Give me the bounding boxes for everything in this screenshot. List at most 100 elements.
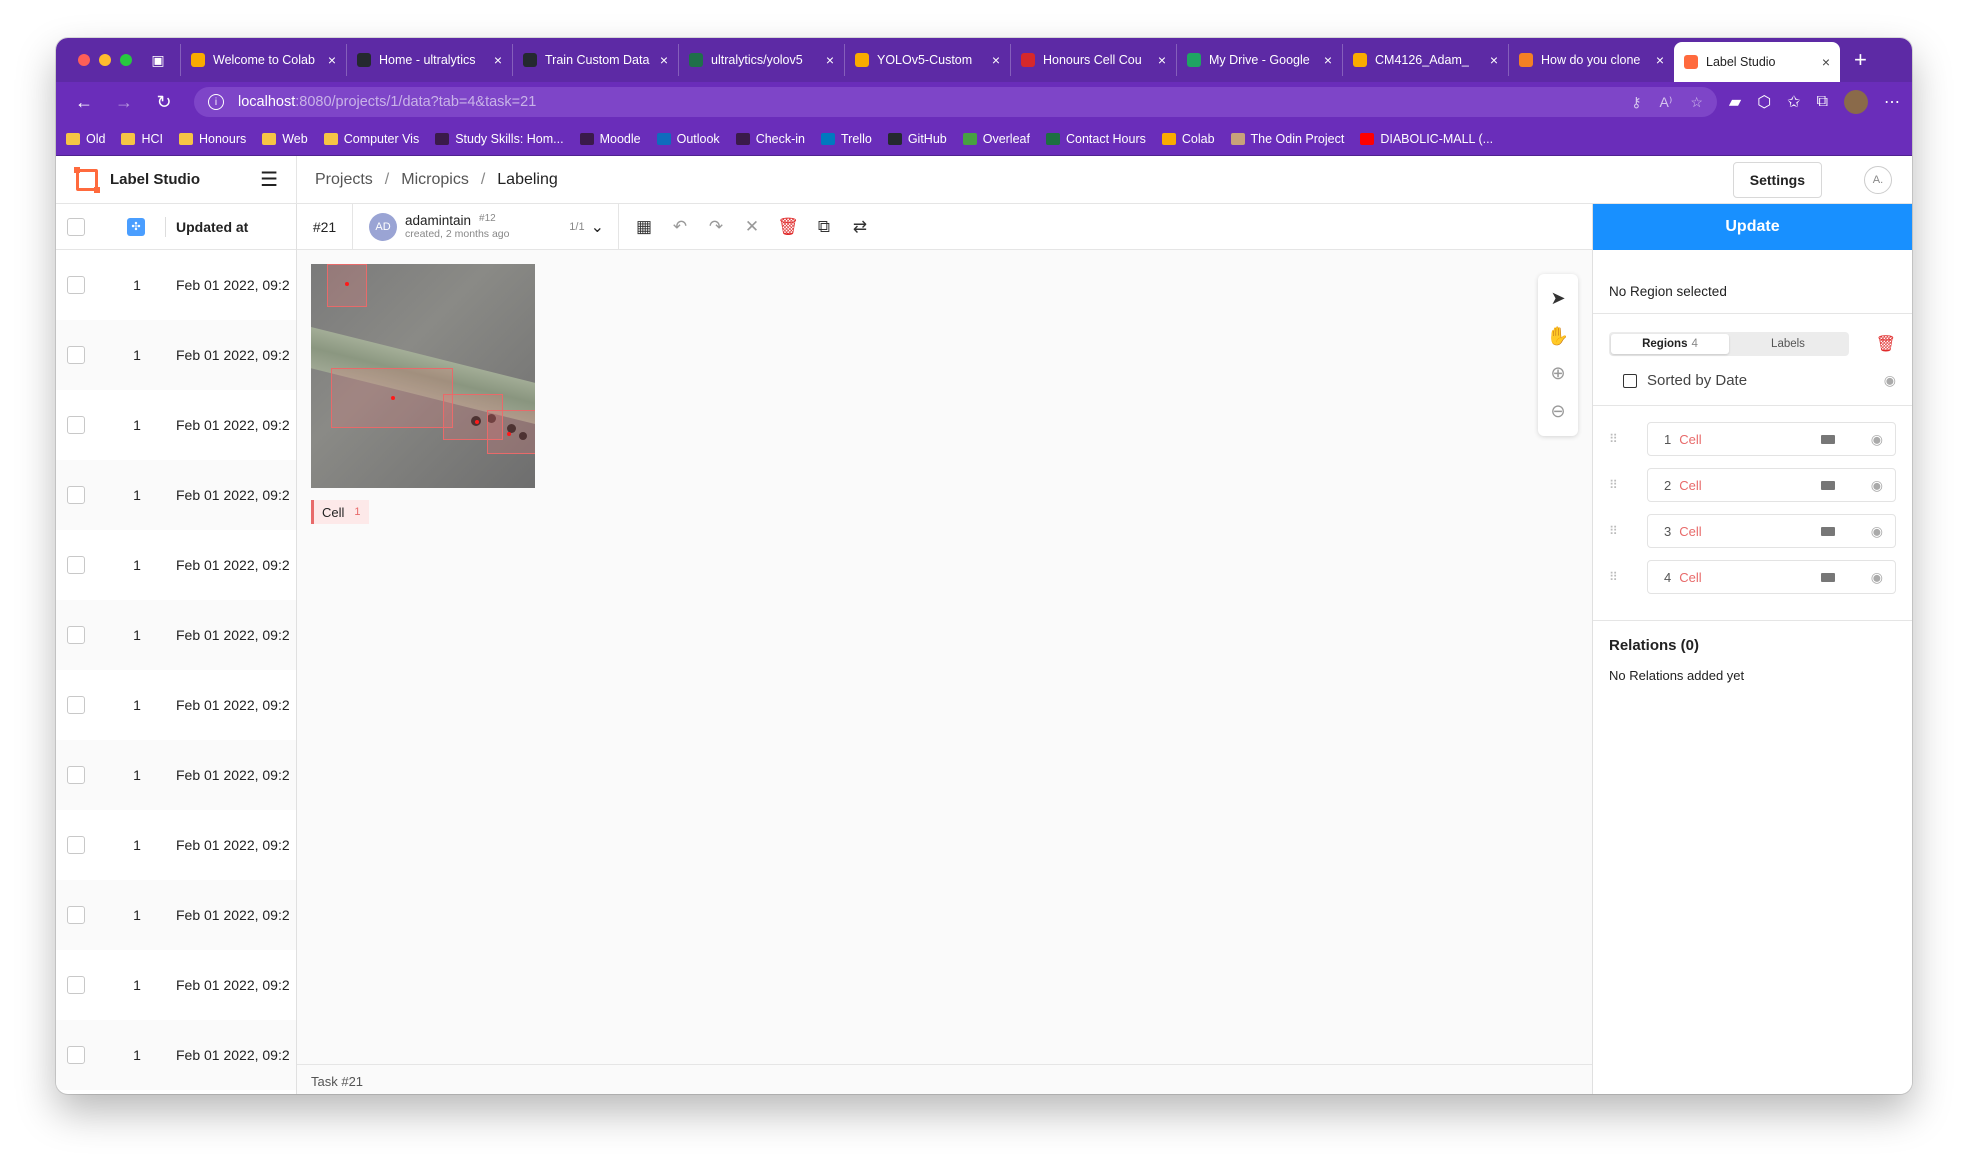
bookmark-item[interactable]: Web: [262, 132, 308, 146]
extension-icon[interactable]: ▰: [1729, 92, 1741, 112]
key-icon[interactable]: ⚷: [1631, 94, 1641, 111]
tab-labels[interactable]: Labels: [1729, 334, 1847, 354]
workspaces-icon[interactable]: ▣: [146, 48, 170, 72]
bookmark-item[interactable]: Check-in: [735, 132, 805, 146]
table-row[interactable]: 1 Feb 01 2022, 09:2: [56, 600, 296, 670]
table-row[interactable]: 1 Feb 01 2022, 09:2: [56, 950, 296, 1020]
close-tab-icon[interactable]: ×: [1158, 52, 1166, 68]
toggle-all-visibility-icon[interactable]: ◉: [1884, 372, 1896, 389]
bookmark-item[interactable]: Overleaf: [962, 132, 1030, 146]
undo-icon[interactable]: ↶: [669, 216, 691, 238]
eye-icon[interactable]: ◉: [1871, 569, 1883, 586]
row-checkbox[interactable]: [67, 976, 85, 994]
pointer-tool-icon[interactable]: ➤: [1550, 288, 1565, 309]
browser-tab[interactable]: ultralytics/yolov5 ×: [678, 44, 844, 76]
browser-tab[interactable]: CM4126_Adam_ ×: [1342, 44, 1508, 76]
browser-tab[interactable]: Home - ultralytics ×: [346, 44, 512, 76]
drag-handle-icon[interactable]: ⠿: [1609, 524, 1631, 538]
browser-tab[interactable]: Honours Cell Cou ×: [1010, 44, 1176, 76]
minimize-window-button[interactable]: [99, 54, 111, 66]
region-item[interactable]: ⠿ 1 Cell ◉: [1609, 422, 1896, 456]
row-checkbox[interactable]: [67, 696, 85, 714]
swap-icon[interactable]: ⇄: [849, 216, 871, 238]
breadcrumb-projects[interactable]: Projects: [315, 171, 373, 189]
sort-selector[interactable]: Sorted by Date ◉: [1593, 364, 1912, 406]
close-tab-icon[interactable]: ×: [1656, 52, 1664, 68]
row-checkbox[interactable]: [67, 766, 85, 784]
zoom-in-icon[interactable]: ⊕: [1550, 363, 1565, 384]
row-checkbox[interactable]: [67, 276, 85, 294]
table-row[interactable]: 1 Feb 01 2022, 09:2: [56, 390, 296, 460]
table-row[interactable]: 1 Feb 01 2022, 09:2: [56, 250, 296, 320]
close-tab-icon[interactable]: ×: [1822, 54, 1830, 70]
table-row[interactable]: 1 Feb 01 2022, 09:2: [56, 740, 296, 810]
eye-icon[interactable]: ◉: [1871, 477, 1883, 494]
close-tab-icon[interactable]: ×: [1490, 52, 1498, 68]
redo-icon[interactable]: ↷: [705, 216, 727, 238]
read-aloud-icon[interactable]: A⁾: [1660, 94, 1673, 111]
image-canvas[interactable]: Cell 1 ➤ ✋ ⊕ ⊖: [297, 250, 1592, 1064]
table-row[interactable]: 1 Feb 01 2022, 09:2: [56, 880, 296, 950]
add-favorite-icon[interactable]: ☆: [1690, 94, 1703, 111]
bookmark-item[interactable]: HCI: [121, 132, 163, 146]
row-checkbox[interactable]: [67, 346, 85, 364]
url-field[interactable]: i localhost :8080/projects/1/data?tab=4&…: [194, 87, 1717, 117]
region-entry[interactable]: 3 Cell ◉: [1647, 514, 1896, 548]
collections-icon[interactable]: ⧉: [1817, 93, 1828, 111]
bookmark-item[interactable]: DIABOLIC-MALL (...: [1360, 132, 1493, 146]
region-item[interactable]: ⠿ 2 Cell ◉: [1609, 468, 1896, 502]
reload-button[interactable]: ↻: [148, 86, 180, 118]
profile-avatar[interactable]: [1844, 90, 1868, 114]
table-row[interactable]: 1 Feb 01 2022, 09:2: [56, 810, 296, 880]
chevron-down-icon[interactable]: ⌄: [591, 217, 604, 237]
breadcrumb-project[interactable]: Micropics: [401, 171, 469, 189]
drag-handle-icon[interactable]: ⠿: [1609, 570, 1631, 584]
settings-button[interactable]: Settings: [1732, 162, 1822, 198]
drag-handle-icon[interactable]: ⠿: [1609, 432, 1631, 446]
table-row[interactable]: 1 Feb 01 2022, 09:2: [56, 670, 296, 740]
more-menu-icon[interactable]: ⋯: [1884, 92, 1900, 112]
pan-tool-icon[interactable]: ✋: [1547, 326, 1569, 347]
close-tab-icon[interactable]: ×: [826, 52, 834, 68]
region-entry[interactable]: 1 Cell ◉: [1647, 422, 1896, 456]
browser-tab[interactable]: Welcome to Colab ×: [180, 44, 346, 76]
row-checkbox[interactable]: [67, 416, 85, 434]
bookmark-item[interactable]: The Odin Project: [1230, 132, 1344, 146]
new-tab-button[interactable]: +: [1854, 47, 1867, 73]
forward-button[interactable]: →: [108, 86, 140, 118]
row-checkbox[interactable]: [67, 906, 85, 924]
user-avatar[interactable]: A.: [1864, 166, 1892, 194]
region-entry[interactable]: 2 Cell ◉: [1647, 468, 1896, 502]
hamburger-menu-icon[interactable]: ☰: [260, 167, 278, 192]
maximize-window-button[interactable]: [120, 54, 132, 66]
table-row[interactable]: 1 Feb 01 2022, 09:2: [56, 1020, 296, 1090]
eye-icon[interactable]: ◉: [1871, 523, 1883, 540]
select-all-checkbox[interactable]: [67, 217, 85, 236]
site-info-icon[interactable]: i: [208, 94, 224, 110]
row-checkbox[interactable]: [67, 1046, 85, 1064]
bookmark-item[interactable]: Colab: [1161, 132, 1215, 146]
table-row[interactable]: 1 Feb 01 2022, 09:2: [56, 320, 296, 390]
column-header-updated[interactable]: Updated at: [176, 219, 248, 235]
browser-tab[interactable]: How do you clone ×: [1508, 44, 1674, 76]
browser-tab[interactable]: YOLOv5-Custom ×: [844, 44, 1010, 76]
microscope-image[interactable]: [311, 264, 535, 488]
close-tab-icon[interactable]: ×: [1324, 52, 1332, 68]
region-item[interactable]: ⠿ 4 Cell ◉: [1609, 560, 1896, 594]
grid-view-icon[interactable]: ▦: [633, 216, 655, 238]
row-checkbox[interactable]: [67, 836, 85, 854]
tab-regions[interactable]: Regions 4: [1611, 334, 1729, 354]
drag-handle-icon[interactable]: ⠿: [1609, 478, 1631, 492]
update-button[interactable]: Update: [1593, 204, 1912, 250]
table-row[interactable]: 1 Feb 01 2022, 09:2: [56, 530, 296, 600]
bookmark-item[interactable]: Trello: [821, 132, 872, 146]
bookmark-item[interactable]: Study Skills: Hom...: [435, 132, 564, 146]
browser-tab[interactable]: Train Custom Data ×: [512, 44, 678, 76]
back-button[interactable]: ←: [68, 86, 100, 118]
bookmark-item[interactable]: Old: [66, 132, 105, 146]
eye-icon[interactable]: ◉: [1871, 431, 1883, 448]
close-tab-icon[interactable]: ×: [660, 52, 668, 68]
delete-annotation-icon[interactable]: 🗑: [777, 216, 799, 238]
browser-tab[interactable]: My Drive - Google ×: [1176, 44, 1342, 76]
close-tab-icon[interactable]: ×: [992, 52, 1000, 68]
